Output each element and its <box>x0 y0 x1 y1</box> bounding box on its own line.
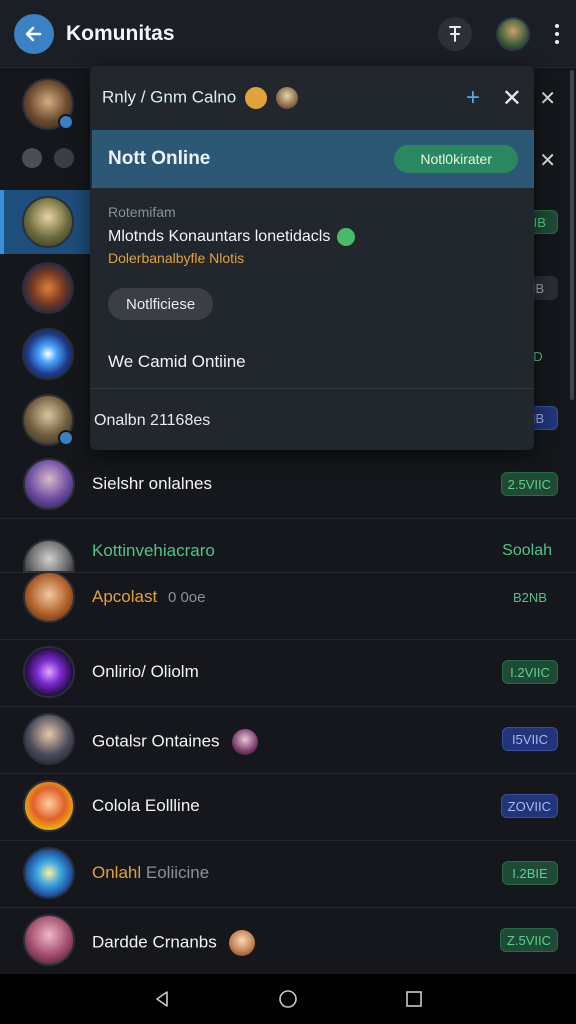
status-badge: 2.5VIIC <box>500 472 558 496</box>
chat-name: Colola Eollline <box>92 796 200 815</box>
panel-orange-line: Dolerbanalbyfle Nlotis <box>108 250 245 267</box>
chat-filter-icon[interactable] <box>22 148 42 168</box>
chat-name-suffix: Eoliicine <box>145 863 210 882</box>
status-label: Soolah <box>502 542 552 559</box>
add-icon[interactable]: + <box>466 84 480 112</box>
chat-name: Kottinvehiacraro <box>92 541 215 560</box>
list-item[interactable]: Sielshr onlalnes 2.5VIIC <box>0 452 576 519</box>
online-banner: Nott Online Notl0kirater <box>92 130 534 188</box>
avatar <box>23 713 75 765</box>
close-icon[interactable]: ✕ <box>539 86 556 111</box>
online-status-icon <box>336 228 355 246</box>
divider <box>90 388 534 389</box>
panel-header: Rnly / Gnm Calno + ✕ <box>90 66 534 130</box>
close-icon[interactable]: ✕ <box>502 84 522 113</box>
pin-button[interactable] <box>438 16 472 51</box>
back-button[interactable] <box>14 13 54 54</box>
status-badge: I5VIIC <box>502 727 558 751</box>
status-badge: I.2VIIC <box>502 660 558 684</box>
chat-name: Gotalsr Ontaines <box>92 731 220 751</box>
list-item[interactable]: Onlirio/ Oliolm I.2VIIC <box>0 640 576 707</box>
close-icon[interactable]: ✕ <box>539 148 556 173</box>
chat-name: Onlahl <box>92 863 142 882</box>
list-item[interactable]: Apcolast 0 0oe B2NB <box>0 571 576 640</box>
chat-list-partial-left <box>0 68 92 448</box>
list-item[interactable]: Kottinvehiacraro Soolah <box>0 519 576 573</box>
chat-list: Sielshr onlalnes 2.5VIIC Kottinvehiacrar… <box>0 452 576 975</box>
profile-avatar[interactable] <box>496 16 530 51</box>
scrollbar[interactable] <box>570 70 574 400</box>
avatar <box>23 847 75 899</box>
avatar <box>23 914 75 966</box>
avatar <box>23 539 75 573</box>
avatar <box>23 780 75 832</box>
chat-name: Apcolast <box>92 587 158 606</box>
notify-button[interactable]: Notl0kirater <box>394 145 518 173</box>
list-item[interactable]: Onlahl Eoliicine I.2BIE <box>0 841 576 908</box>
status-badge: I.2BIE <box>502 861 558 885</box>
chat-name: Onlirio/ Oliolm <box>92 662 199 681</box>
status-line: We Camid Ontiine <box>108 352 246 371</box>
nav-back-icon[interactable] <box>152 989 172 1009</box>
avatar <box>23 571 75 623</box>
chat-name: Sielshr onlalnes <box>92 474 213 493</box>
system-nav-bar <box>0 974 576 1024</box>
section-label: Rotemifam <box>108 204 176 220</box>
nav-recents-icon[interactable] <box>404 989 424 1009</box>
panel-header-title: Rnly / Gnm Calno <box>102 87 237 107</box>
list-item[interactable]: Colola Eollline ZOVIIC <box>0 774 576 841</box>
avatar <box>23 646 75 698</box>
panel-body: Rotemifam Mlotnds Konauntars lonetidacls… <box>108 204 516 266</box>
nav-home-icon[interactable] <box>277 988 299 1010</box>
mute-icon[interactable] <box>54 148 74 168</box>
avatar <box>23 458 75 510</box>
status-badge: ZOVIIC <box>500 794 558 818</box>
avatar <box>232 729 259 755</box>
emoji-icon <box>244 87 267 109</box>
list-item[interactable]: Gotalsr Ontaines I5VIIC <box>0 707 576 774</box>
banner-title: Nott Online <box>108 148 211 169</box>
app-top-bar: Komunitas <box>0 0 576 68</box>
panel-footer-line: Onalbn 21168es <box>94 412 211 429</box>
more-vertical-icon[interactable] <box>552 21 562 47</box>
avatar <box>275 87 298 109</box>
chat-name: Dardde Crnanbs <box>92 932 217 952</box>
status-label: B2NB <box>513 589 547 605</box>
page-title: Komunitas <box>66 21 175 45</box>
community-popup-panel: Rnly / Gnm Calno + ✕ Nott Online Notl0ki… <box>90 66 534 450</box>
panel-main-line: Mlotnds Konauntars lonetidacls <box>108 228 331 246</box>
avatar <box>229 930 256 956</box>
list-item[interactable]: Dardde Crnanbs Z.5VIIC <box>0 908 576 975</box>
chat-name-suffix: 0 0oe <box>167 589 206 606</box>
filter-icons <box>22 148 74 168</box>
avatar[interactable] <box>22 328 74 380</box>
avatar[interactable] <box>22 262 74 314</box>
status-badge: Z.5VIIC <box>499 928 558 952</box>
back-arrow-icon <box>25 26 42 41</box>
notifications-button[interactable]: Notlficiese <box>108 288 214 320</box>
pin-icon <box>449 25 461 42</box>
avatar <box>22 196 74 248</box>
